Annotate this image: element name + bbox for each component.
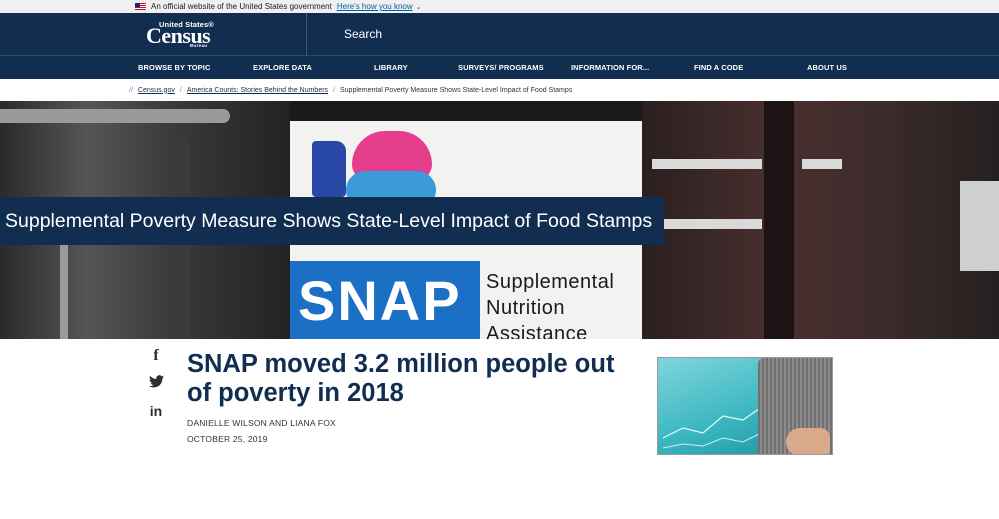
search-button[interactable]: Search	[344, 27, 382, 41]
header-divider	[306, 13, 307, 55]
hero-store-shelves	[642, 101, 999, 339]
nav-surveys-programs[interactable]: SURVEYS/ PROGRAMS	[458, 63, 544, 72]
heres-how-you-know-link[interactable]: Here's how you know	[337, 2, 413, 11]
breadcrumb-separator: /	[179, 86, 182, 94]
site-header: United States® Census Bureau Search	[0, 13, 999, 55]
page: An official website of the United States…	[0, 0, 999, 519]
nav-browse-by-topic[interactable]: BROWSE BY TOPIC	[138, 63, 210, 72]
snap-bag-text: SNAP	[298, 269, 462, 332]
thumbnail-hand	[786, 428, 830, 454]
breadcrumb-separator: //	[129, 86, 133, 94]
us-flag-icon	[135, 3, 146, 10]
breadcrumb: // Census.gov / America Counts: Stories …	[0, 79, 999, 101]
thumbnail-line	[662, 405, 764, 439]
article-title: SNAP moved 3.2 million people out of pov…	[187, 350, 615, 407]
gov-banner: An official website of the United States…	[0, 0, 999, 13]
twitter-icon[interactable]	[147, 375, 165, 393]
hero-title-box: Supplemental Poverty Measure Shows State…	[0, 197, 665, 245]
main-nav: BROWSE BY TOPIC EXPLORE DATA LIBRARY SUR…	[0, 55, 999, 79]
logo-sub-text: Bureau	[190, 43, 208, 48]
snap-bag-subtext-line: Supplemental	[486, 271, 615, 293]
gov-banner-text: An official website of the United States…	[151, 2, 332, 11]
twitter-bird-glyph	[148, 375, 164, 388]
shelf-label	[802, 159, 842, 169]
chevron-down-icon[interactable]: ⌄	[416, 3, 422, 11]
shelf-label	[652, 159, 762, 169]
facebook-icon[interactable]: f	[147, 347, 165, 365]
breadcrumb-separator: /	[333, 86, 335, 94]
snap-logo-shape	[312, 141, 346, 197]
hero-title: Supplemental Poverty Measure Shows State…	[5, 209, 653, 232]
hero-image: SNAP Supplemental Nutrition Assistance S…	[0, 101, 999, 339]
snap-bag-subtext-line: Nutrition	[486, 297, 565, 319]
door-frame	[764, 101, 794, 339]
door-frame	[60, 241, 68, 339]
related-image-thumbnail[interactable]	[657, 357, 833, 455]
snap-bag-subtext: Supplemental Nutrition Assistance	[486, 269, 614, 339]
snap-bag-subtext-line: Assistance	[486, 323, 588, 339]
census-logo[interactable]: United States® Census Bureau	[146, 19, 216, 49]
linkedin-icon[interactable]: in	[147, 403, 165, 419]
shelf-label	[652, 219, 762, 229]
nav-explore-data[interactable]: EXPLORE DATA	[253, 63, 312, 72]
article-date: OCTOBER 25, 2019	[187, 434, 268, 444]
nav-information-for[interactable]: INFORMATION FOR...	[571, 63, 649, 72]
nav-library[interactable]: LIBRARY	[374, 63, 408, 72]
article-authors: DANIELLE WILSON AND LIANA FOX	[187, 418, 336, 428]
breadcrumb-america-counts[interactable]: America Counts: Stories Behind the Numbe…	[187, 87, 328, 94]
thumbnail-line	[662, 431, 764, 449]
door-handle	[0, 109, 230, 123]
breadcrumb-current: Supplemental Poverty Measure Shows State…	[340, 86, 573, 94]
nav-about-us[interactable]: ABOUT US	[807, 63, 847, 72]
nav-find-a-code[interactable]: FIND A CODE	[694, 63, 743, 72]
door-sign	[960, 181, 999, 271]
breadcrumb-census-gov[interactable]: Census.gov	[138, 87, 175, 94]
